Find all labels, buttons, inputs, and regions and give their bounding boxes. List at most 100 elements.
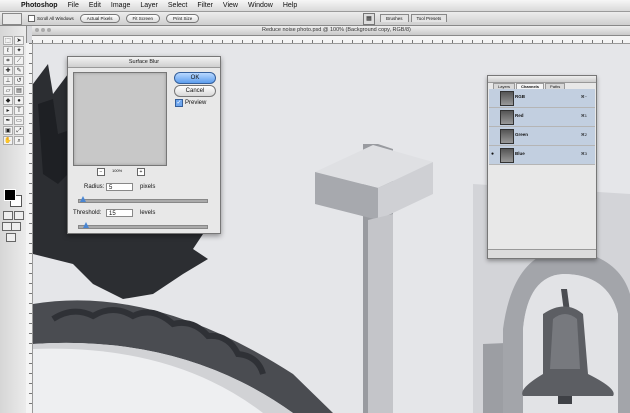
radius-label: Radius: (84, 184, 105, 190)
zoom-window-icon[interactable] (47, 28, 51, 32)
channel-name: Green (515, 132, 529, 137)
toolbox: ⬚ ➤ ℓ ✦ ⌗ ⟋ ✚ ✎ ⊥ ↺ ▱ ▤ ◆ ● ▸ T ✒ ▭ ▣ ⤢ … (0, 26, 27, 413)
menu-app-photoshop[interactable]: Photoshop (16, 0, 63, 11)
lasso-tool-icon[interactable]: ℓ (3, 46, 13, 55)
eye-icon[interactable]: ● (491, 151, 497, 158)
dodge-tool-icon[interactable]: ● (14, 96, 24, 105)
threshold-input[interactable]: 15 (106, 209, 133, 217)
tool-grid: ⬚ ➤ ℓ ✦ ⌗ ⟋ ✚ ✎ ⊥ ↺ ▱ ▤ ◆ ● ▸ T ✒ ▭ ▣ ⤢ … (3, 36, 24, 145)
checkbox-box (28, 15, 35, 22)
scroll-all-windows-label: Scroll All Windows (37, 16, 74, 21)
threshold-unit: levels (140, 210, 156, 216)
window-controls (35, 28, 51, 32)
preview-label: Preview (185, 100, 207, 106)
channel-row-red[interactable]: Red ⌘1 (489, 108, 595, 127)
magic-wand-tool-icon[interactable]: ✦ (14, 46, 24, 55)
radius-unit: pixels (140, 184, 156, 190)
zoom-tool-icon[interactable]: ⌕ (14, 136, 24, 145)
preview-checkbox[interactable]: ✓ Preview (175, 99, 206, 107)
pen-tool-icon[interactable]: ✒ (3, 116, 13, 125)
marquee-tool-icon[interactable]: ⬚ (3, 36, 13, 45)
close-window-icon[interactable] (35, 28, 39, 32)
standard-mode-icon[interactable] (3, 211, 13, 220)
zoom-in-button[interactable]: + (137, 168, 145, 176)
print-size-button[interactable]: Print Size (166, 14, 200, 23)
minimize-window-icon[interactable] (41, 28, 45, 32)
channel-shortcut: ⌘1 (580, 113, 587, 118)
channels-panel: Layers Channels Paths RGB ⌘~ Red ⌘1 Gree… (487, 75, 597, 259)
path-selection-tool-icon[interactable]: ▸ (3, 106, 13, 115)
filter-preview[interactable] (73, 72, 167, 166)
visibility-toggle[interactable] (491, 113, 497, 120)
dock-tab-brushes[interactable]: Brushes (380, 14, 409, 22)
channel-row-rgb[interactable]: RGB ⌘~ (489, 89, 595, 108)
channel-name: Blue (515, 151, 525, 156)
jump-to-imageready-icon[interactable] (6, 233, 16, 242)
radius-slider-thumb[interactable] (80, 196, 87, 202)
radius-input[interactable]: 5 (106, 183, 133, 191)
slice-tool-icon[interactable]: ⟋ (14, 56, 24, 65)
visibility-toggle[interactable] (491, 132, 497, 139)
palette-well-icon[interactable]: ▦ (363, 13, 375, 25)
visibility-toggle[interactable] (491, 94, 497, 101)
healing-brush-tool-icon[interactable]: ✚ (3, 66, 13, 75)
brush-tool-icon[interactable]: ✎ (14, 66, 24, 75)
screen-mode-full-icon[interactable] (11, 222, 21, 231)
panel-title-bar[interactable] (488, 76, 596, 83)
menu-select[interactable]: Select (163, 0, 192, 11)
foreground-color-swatch[interactable] (4, 189, 16, 201)
eyedropper-tool-icon[interactable]: ⤢ (14, 126, 24, 135)
cancel-button[interactable]: Cancel (174, 85, 216, 97)
channel-name: Red (515, 113, 524, 118)
document-title-bar[interactable]: Reduce noise photo.psd @ 100% (Backgroun… (32, 26, 630, 36)
gradient-tool-icon[interactable]: ▤ (14, 86, 24, 95)
horizontal-ruler (32, 36, 630, 44)
menu-edit[interactable]: Edit (84, 0, 106, 11)
document-title: Reduce noise photo.psd @ 100% (Backgroun… (262, 27, 411, 33)
channel-thumbnail (500, 129, 514, 144)
tool-preset-picker[interactable] (2, 12, 22, 25)
checkmark-icon: ✓ (175, 99, 183, 107)
eraser-tool-icon[interactable]: ▱ (3, 86, 13, 95)
actual-pixels-button[interactable]: Actual Pixels (79, 14, 120, 23)
menu-bar: Photoshop File Edit Image Layer Select F… (0, 0, 630, 12)
menu-image[interactable]: Image (106, 0, 135, 11)
channel-row-blue[interactable]: ● Blue ⌘3 (489, 146, 595, 165)
channel-shortcut: ⌘~ (580, 94, 587, 99)
channel-name: RGB (515, 94, 525, 99)
dock-tab-tool-presets[interactable]: Tool Presets (410, 14, 448, 22)
menu-view[interactable]: View (218, 0, 243, 11)
fit-screen-button[interactable]: Fit Screen (125, 14, 161, 23)
shape-tool-icon[interactable]: ▭ (14, 116, 24, 125)
history-brush-tool-icon[interactable]: ↺ (14, 76, 24, 85)
move-tool-icon[interactable]: ➤ (14, 36, 24, 45)
dialog-title: Surface Blur (68, 57, 220, 68)
radius-slider-track[interactable] (78, 199, 208, 203)
zoom-out-button[interactable]: − (97, 168, 105, 176)
type-tool-icon[interactable]: T (14, 106, 24, 115)
channel-shortcut: ⌘2 (580, 132, 587, 137)
channel-row-green[interactable]: Green ⌘2 (489, 127, 595, 146)
blur-tool-icon[interactable]: ◆ (3, 96, 13, 105)
notes-tool-icon[interactable]: ▣ (3, 126, 13, 135)
menu-help[interactable]: Help (278, 0, 302, 11)
hand-tool-icon[interactable]: ✋ (3, 136, 13, 145)
menu-file[interactable]: File (63, 0, 84, 11)
menu-filter[interactable]: Filter (192, 0, 218, 11)
threshold-slider-thumb[interactable] (82, 222, 89, 228)
menu-window[interactable]: Window (243, 0, 278, 11)
menu-layer[interactable]: Layer (135, 0, 163, 11)
threshold-slider-track[interactable] (78, 225, 208, 229)
preview-zoom-level: 100% (112, 168, 123, 173)
channel-thumbnail (500, 148, 514, 163)
panel-footer (488, 249, 596, 258)
channel-shortcut: ⌘3 (580, 151, 587, 156)
ok-button[interactable]: OK (174, 72, 216, 84)
surface-blur-dialog: Surface Blur − 100% + OK Cancel ✓ Previe… (67, 56, 221, 234)
quick-mask-mode-icon[interactable] (14, 211, 24, 220)
scroll-all-windows-checkbox[interactable]: Scroll All Windows (28, 15, 74, 22)
palette-well: Brushes Tool Presets (380, 14, 448, 22)
crop-tool-icon[interactable]: ⌗ (3, 56, 13, 65)
clone-stamp-tool-icon[interactable]: ⊥ (3, 76, 13, 85)
threshold-label: Threshold: (73, 210, 102, 216)
